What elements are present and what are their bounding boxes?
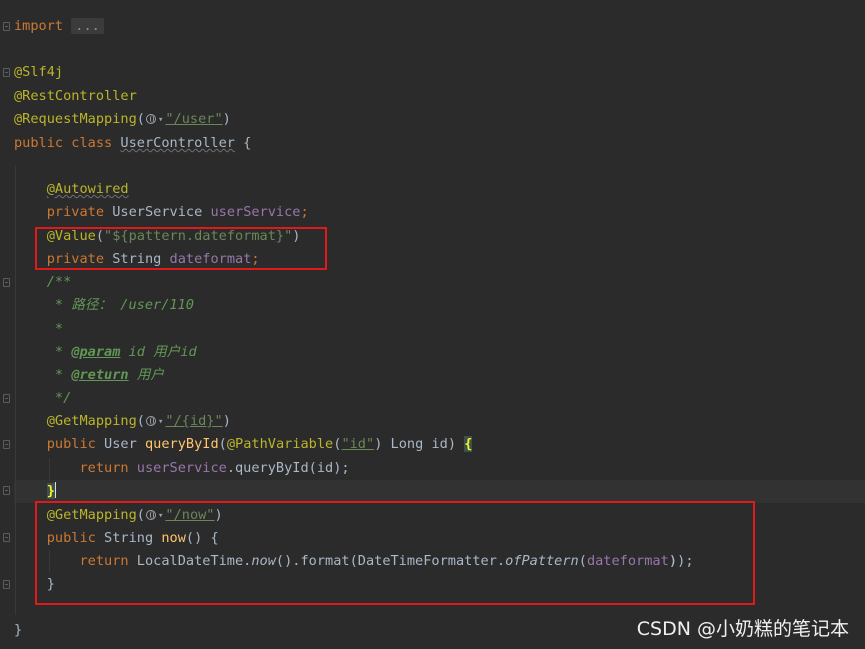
watermark: CSDN @小奶糕的笔记本 bbox=[636, 618, 849, 640]
folded-imports[interactable]: ... bbox=[71, 18, 104, 34]
fold-marker-icon[interactable] bbox=[3, 580, 10, 589]
code-line-autowired: @Autowired bbox=[46, 181, 129, 197]
editor-gutter bbox=[0, 0, 14, 649]
code-line-querybyid-close: } bbox=[46, 482, 56, 499]
fold-marker-icon[interactable] bbox=[3, 394, 10, 403]
highlight-box-now-method bbox=[35, 501, 755, 605]
code-line-querybyid-return: return userService.queryById(id); bbox=[79, 460, 350, 476]
fold-marker-icon[interactable] bbox=[3, 533, 10, 542]
fold-marker-icon[interactable] bbox=[3, 68, 10, 77]
code-line-import: import ... bbox=[14, 15, 104, 38]
class-name: UserController bbox=[120, 135, 235, 151]
highlight-box-value-field bbox=[35, 227, 327, 270]
code-line-doc-param: * @param id 用户id bbox=[46, 344, 197, 360]
code-editor[interactable]: import ... @Slf4j @RestController @Reque… bbox=[0, 0, 865, 649]
code-line-class-close: } bbox=[14, 622, 23, 638]
fold-marker-icon[interactable] bbox=[3, 278, 10, 287]
fold-marker-icon[interactable] bbox=[3, 440, 10, 449]
text-caret bbox=[54, 482, 56, 498]
code-line-userservice-field: private UserService userService; bbox=[46, 204, 309, 220]
fold-marker-icon[interactable] bbox=[3, 22, 10, 31]
globe-icon[interactable] bbox=[145, 416, 156, 426]
fold-marker-icon[interactable] bbox=[3, 486, 10, 495]
code-line-querybyid-sig: public User queryById(@PathVariable("id"… bbox=[46, 436, 473, 452]
code-line-class-decl: public class UserController { bbox=[14, 135, 252, 151]
code-line-doc-return: * @return 用户 bbox=[46, 367, 164, 383]
chevron-down-icon[interactable]: ▾ bbox=[158, 109, 163, 132]
chevron-down-icon[interactable]: ▾ bbox=[158, 411, 163, 434]
code-line-slf4j: @Slf4j bbox=[14, 64, 64, 80]
current-line-highlight bbox=[14, 480, 865, 503]
code-line-doc-close: */ bbox=[46, 390, 72, 406]
code-line-doc-path: * 路径： /user/110 bbox=[46, 297, 194, 313]
globe-icon[interactable] bbox=[145, 114, 156, 124]
code-line-doc-star: * bbox=[46, 321, 64, 337]
code-line-requestmapping: @RequestMapping(▾ "/user") bbox=[14, 108, 231, 131]
code-line-restcontroller: @RestController bbox=[14, 88, 137, 104]
code-line-doc-open: /** bbox=[46, 274, 72, 290]
code-line-getmapping-id: @GetMapping(▾ "/{id}") bbox=[14, 410, 231, 433]
